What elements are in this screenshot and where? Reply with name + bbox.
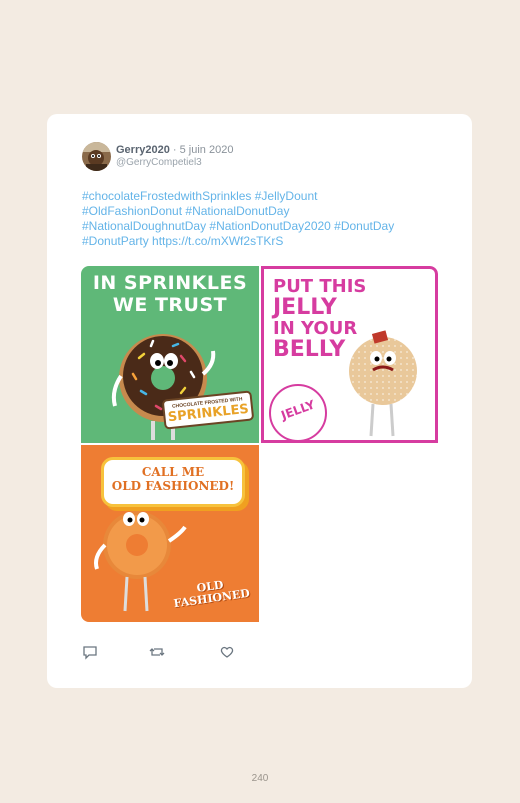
jelly-badge-text: JELLY: [279, 397, 317, 423]
tweet-date[interactable]: 5 juin 2020: [180, 144, 234, 156]
author-name[interactable]: Gerry2020: [116, 144, 170, 156]
tweet-text-line[interactable]: #DonutParty https://t.co/mXWf2sTKrS: [82, 234, 442, 249]
tweet-text-line[interactable]: #NationalDoughnutDay #NationDonutDay2020…: [82, 219, 442, 234]
old-fashioned-donut-image[interactable]: CALL ME OLD FASHIONED! OLD FASHIONED: [81, 445, 259, 622]
jelly-donut-image[interactable]: PUT THIS JELLY IN YOUR BELLY JELLY: [261, 266, 438, 443]
like-icon[interactable]: [219, 644, 235, 660]
page-number: 240: [251, 773, 269, 784]
jelly-badge: JELLY: [269, 384, 327, 442]
sprinkles-donut-image[interactable]: IN SPRINKLES WE TRUST CHOCOLATE FROSTED …: [81, 266, 259, 443]
avatar[interactable]: [82, 142, 111, 171]
author-handle[interactable]: @GerryCompetiel3: [116, 157, 202, 168]
retweet-icon[interactable]: [149, 644, 165, 660]
tweet-text-line[interactable]: #OldFashionDonut #NationalDonutDay: [82, 204, 442, 219]
separator: ·: [169, 144, 180, 156]
tweet-card: Gerry2020 · 5 juin 2020 @GerryCompetiel3…: [47, 114, 472, 688]
reply-icon[interactable]: [82, 644, 98, 660]
tweet-text: #chocolateFrostedwithSprinkles #JellyDou…: [82, 189, 442, 249]
tweet-text-line[interactable]: #chocolateFrostedwithSprinkles #JellyDou…: [82, 189, 442, 204]
tweet-header: Gerry2020 · 5 juin 2020: [116, 144, 233, 156]
